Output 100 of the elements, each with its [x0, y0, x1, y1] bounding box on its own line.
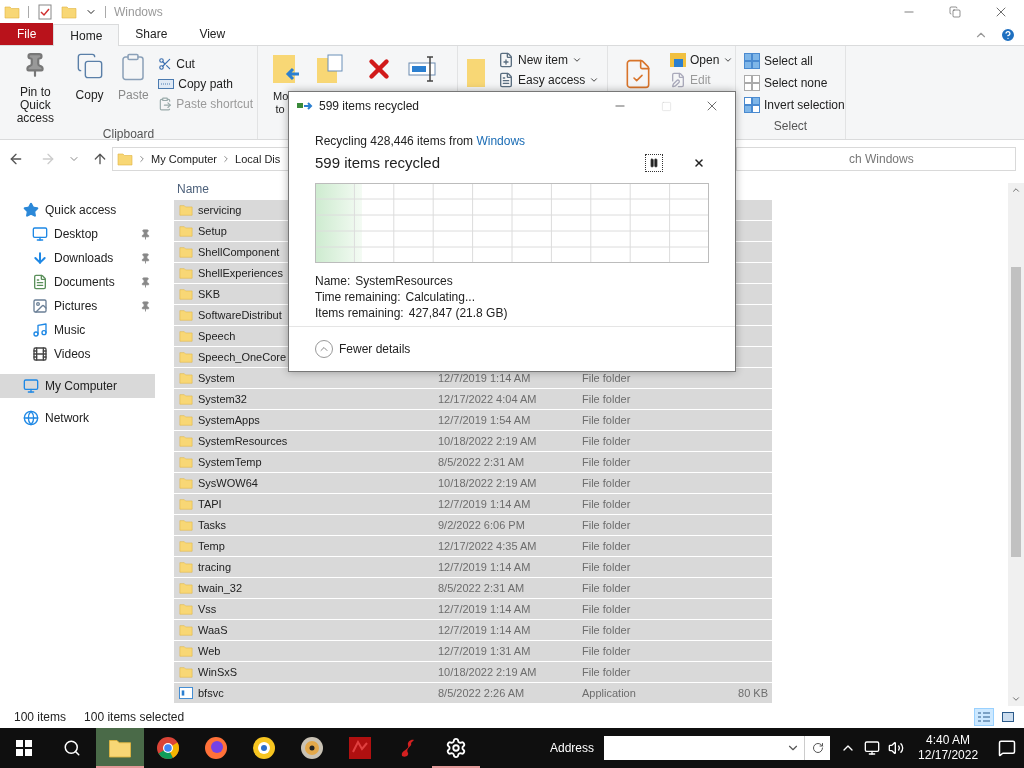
- chevron-icon: [137, 154, 147, 164]
- folder-icon: [4, 4, 20, 20]
- file-row[interactable]: TAPI 12/7/2019 1:14 AM File folder: [174, 494, 772, 515]
- caret-icon: [589, 75, 600, 85]
- breadcrumb[interactable]: My Computer: [151, 150, 218, 168]
- sidebar-item[interactable]: Videos: [0, 342, 155, 366]
- file-row[interactable]: SysWOW64 10/18/2022 2:19 AM File folder: [174, 473, 772, 494]
- scroll-up-icon[interactable]: [1011, 185, 1021, 195]
- back-icon[interactable]: [8, 151, 24, 167]
- folder-icon: [179, 287, 193, 301]
- new-item-button[interactable]: New item: [498, 50, 600, 70]
- file-row[interactable]: System32 12/17/2022 4:04 AM File folder: [174, 389, 772, 410]
- sidebar-item[interactable]: Documents: [0, 270, 155, 294]
- cut-button[interactable]: Cut: [158, 54, 253, 74]
- file-name: Speech_OneCore: [198, 349, 287, 365]
- detail-label: Items remaining:: [315, 304, 404, 321]
- music-icon: [32, 322, 48, 338]
- file-row[interactable]: Vss 12/7/2019 1:14 AM File folder: [174, 599, 772, 620]
- sidebar-item[interactable]: Downloads: [0, 246, 155, 270]
- file-row[interactable]: SystemApps 12/7/2019 1:54 AM File folder: [174, 410, 772, 431]
- breadcrumb[interactable]: Local Dis: [235, 150, 281, 168]
- file-name: Setup: [198, 223, 227, 239]
- sidebar-item[interactable]: Pictures: [0, 294, 155, 318]
- sidebar-item[interactable]: My Computer: [0, 374, 155, 398]
- file-type: File folder: [582, 539, 631, 552]
- file-row[interactable]: WaaS 12/7/2019 1:14 AM File folder: [174, 620, 772, 641]
- help-icon[interactable]: [1000, 26, 1016, 43]
- fewer-details-button[interactable]: Fewer details: [315, 340, 411, 358]
- path-icon: [158, 79, 175, 89]
- copy-path-button[interactable]: Copy path: [158, 74, 253, 94]
- file-row[interactable]: twain_32 8/5/2022 2:31 AM File folder: [174, 578, 772, 599]
- caret-icon: [723, 55, 734, 65]
- easy-access-button[interactable]: Easy access: [498, 70, 600, 90]
- source-link[interactable]: Windows: [476, 134, 526, 148]
- file-size: 80 KB: [738, 686, 768, 699]
- sidebar-item[interactable]: Music: [0, 318, 155, 342]
- group-label: Select: [772, 118, 809, 135]
- file-name: Web: [198, 643, 221, 659]
- recycle-progress-icon: [297, 101, 313, 111]
- scroll-down-icon[interactable]: [1011, 694, 1021, 704]
- details-icon: [978, 712, 990, 722]
- date-modified: 12/17/2022 4:04 AM: [438, 392, 537, 405]
- sidebar-item[interactable]: Quick access: [0, 198, 155, 222]
- folder-icon: [179, 602, 193, 616]
- file-name: Temp: [198, 538, 225, 554]
- folder-icon: [179, 518, 193, 532]
- notifications-icon[interactable]: [998, 739, 1017, 757]
- pin-icon: [140, 300, 151, 312]
- detail-value: 427,847 (21.8 GB): [408, 304, 508, 321]
- scrollbar[interactable]: [1008, 183, 1024, 706]
- select-command[interactable]: Select all: [744, 50, 845, 72]
- open-button[interactable]: Open: [670, 50, 734, 70]
- copy-button[interactable]: Copy: [70, 52, 109, 125]
- volume-icon[interactable]: [888, 740, 905, 756]
- move-to-button[interactable]: Mo to: [272, 54, 300, 139]
- ribbon-tab[interactable]: Share: [119, 23, 184, 45]
- new-item-icon: [498, 52, 514, 68]
- select-command[interactable]: Select none: [744, 72, 845, 94]
- source-text: Recycling 428,446 items from Windows: [315, 133, 527, 150]
- selection-count: 100 items selected: [84, 709, 185, 726]
- refresh-button[interactable]: [804, 736, 831, 760]
- grid-icon: [744, 97, 760, 113]
- file-row[interactable]: Web 12/7/2019 1:31 AM File folder: [174, 641, 772, 662]
- settings-icon: [445, 737, 467, 759]
- date-modified: 12/7/2019 1:54 AM: [438, 413, 531, 426]
- ribbon-tab[interactable]: File: [0, 23, 54, 45]
- desktop-icon: [32, 226, 48, 242]
- pause-icon: [649, 158, 659, 169]
- select-command[interactable]: Invert selection: [744, 94, 845, 116]
- file-row[interactable]: bfsvc 8/5/2022 2:26 AM Application 80 KB: [174, 683, 772, 704]
- status-heading: 599 items recycled: [315, 153, 441, 173]
- search-field[interactable]: ch Windows: [736, 147, 1016, 171]
- file-row[interactable]: tracing 12/7/2019 1:14 AM File folder: [174, 557, 772, 578]
- network-status-icon[interactable]: [864, 740, 881, 756]
- sidebar-item[interactable]: Network: [0, 406, 155, 430]
- ribbon-tab[interactable]: Home: [53, 24, 120, 46]
- file-row[interactable]: WinSxS 10/18/2022 2:19 AM File folder: [174, 662, 772, 683]
- pin-button[interactable]: Pin to Quick access: [4, 52, 67, 125]
- date-modified: 12/7/2019 1:14 AM: [438, 602, 531, 615]
- folder-icon: [117, 151, 133, 167]
- scroll-thumb[interactable]: [1011, 267, 1021, 557]
- film-icon: [32, 346, 48, 362]
- file-row[interactable]: SystemResources 10/18/2022 2:19 AM File folder: [174, 431, 772, 452]
- pause-button[interactable]: [645, 154, 663, 173]
- folder-icon: [179, 371, 193, 385]
- file-row[interactable]: Temp 12/17/2022 4:35 AM File folder: [174, 536, 772, 557]
- date-modified: 10/18/2022 2:19 AM: [438, 665, 537, 678]
- address-field[interactable]: [604, 736, 805, 760]
- file-row[interactable]: SystemTemp 8/5/2022 2:31 AM File folder: [174, 452, 772, 473]
- rename-icon[interactable]: [408, 54, 438, 84]
- file-name: SystemResources: [198, 433, 288, 449]
- clock[interactable]: 4:40 AM 12/17/2022: [914, 733, 983, 763]
- date-modified: 8/5/2022 2:31 AM: [438, 455, 525, 468]
- file-row[interactable]: Tasks 9/2/2022 6:06 PM File folder: [174, 515, 772, 536]
- checklist-icon[interactable]: [37, 4, 53, 20]
- column-header[interactable]: Name: [177, 180, 209, 198]
- file-name: twain_32: [198, 580, 243, 596]
- sidebar-item[interactable]: Desktop: [0, 222, 155, 246]
- up-icon[interactable]: [92, 151, 108, 167]
- ribbon-tab[interactable]: View: [183, 23, 242, 45]
